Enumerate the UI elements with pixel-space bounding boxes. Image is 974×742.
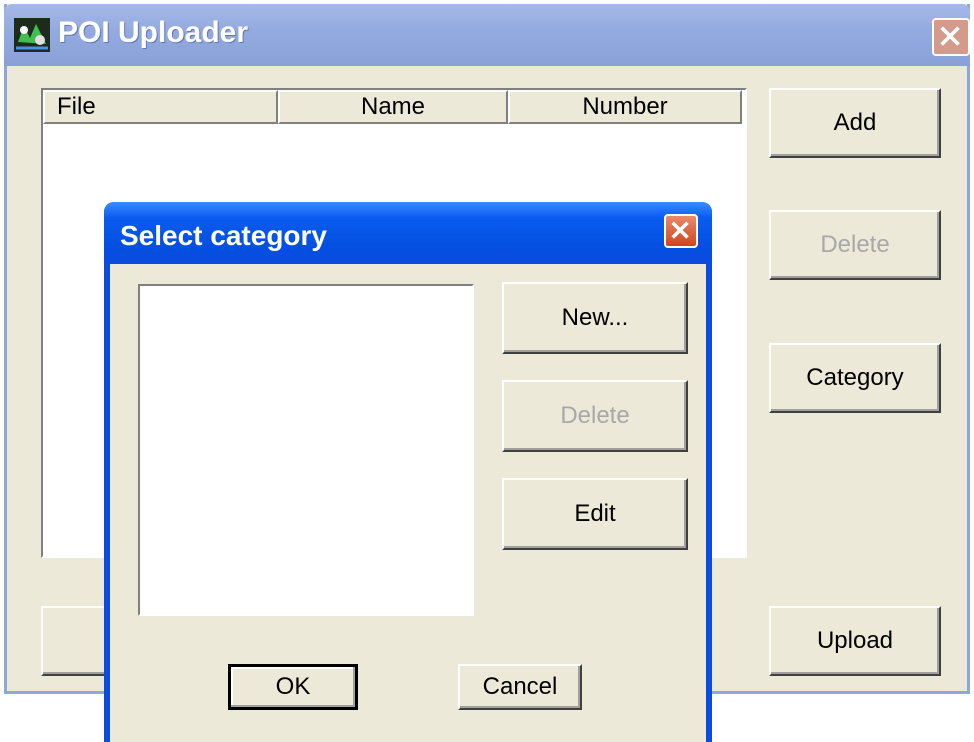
category-list[interactable] <box>138 284 474 616</box>
column-header-name[interactable]: Name <box>278 90 508 124</box>
category-button[interactable]: Category <box>769 343 941 413</box>
add-button[interactable]: Add <box>769 88 941 158</box>
ok-button[interactable]: OK <box>228 664 358 710</box>
upload-button[interactable]: Upload <box>769 606 941 676</box>
edit-category-button[interactable]: Edit <box>502 478 688 550</box>
delete-category-button[interactable]: Delete <box>502 380 688 452</box>
main-titlebar[interactable]: POI Uploader <box>4 4 970 66</box>
column-header-number[interactable]: Number <box>508 90 742 124</box>
main-close-button[interactable] <box>932 18 970 56</box>
dialog-close-button[interactable] <box>664 214 698 248</box>
column-header-file[interactable]: File <box>43 90 278 124</box>
cancel-button[interactable]: Cancel <box>458 664 582 710</box>
dialog-title: Select category <box>120 220 327 251</box>
dialog-body: New... Delete Edit OK Cancel <box>110 264 706 742</box>
dialog-titlebar[interactable]: Select category <box>104 202 712 264</box>
select-category-dialog: Select category New... Delete Edit OK Ca… <box>104 202 712 742</box>
poi-app-icon <box>14 18 50 52</box>
close-icon <box>940 26 960 46</box>
delete-button[interactable]: Delete <box>769 210 941 280</box>
list-header: File Name Number <box>43 90 745 124</box>
new-category-button[interactable]: New... <box>502 282 688 354</box>
main-window-title: POI Uploader <box>58 16 249 49</box>
close-icon <box>671 221 689 239</box>
